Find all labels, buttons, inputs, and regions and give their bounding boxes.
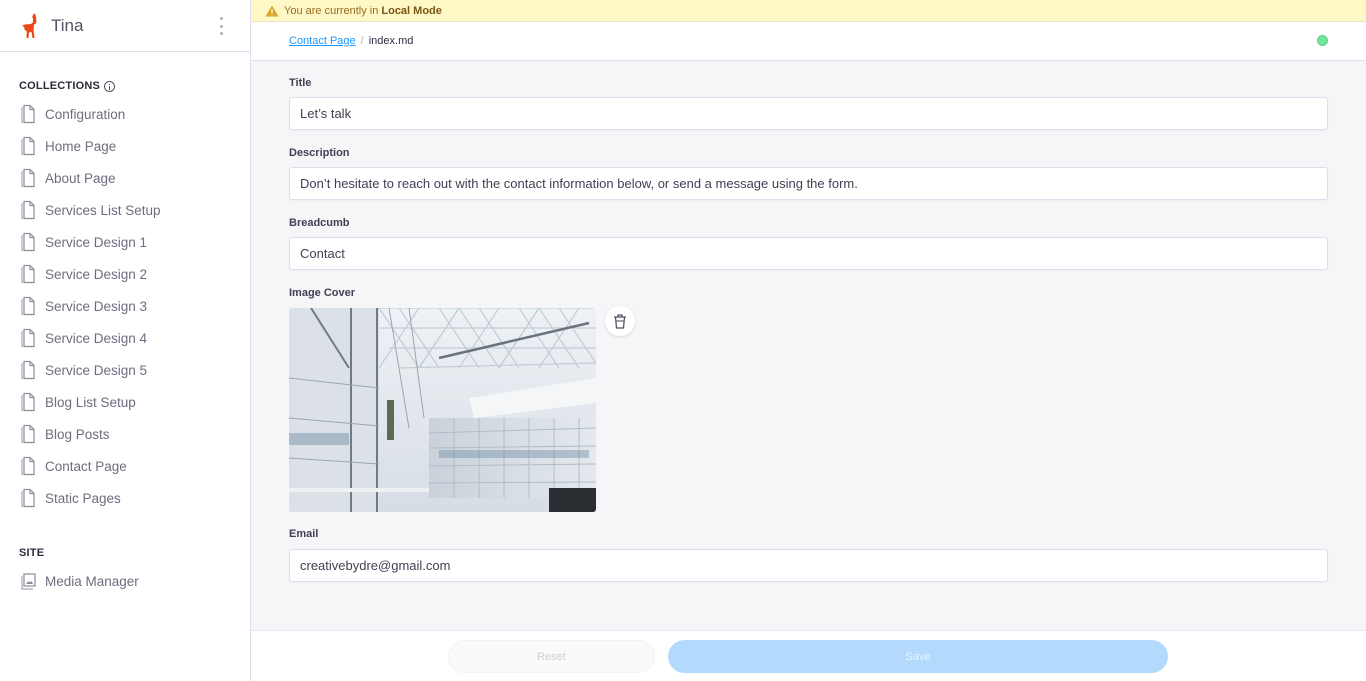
collections-label: COLLECTIONS [19,80,101,92]
sidebar-item-label: Configuration [45,106,126,122]
breadcrumb-current: index.md [368,35,414,47]
site-list: Media Manager [0,565,250,597]
document-icon [21,200,35,220]
media-icon [21,573,36,590]
document-icon [21,360,35,380]
sidebar: Tina COLLECTIONS Configuration Home Page… [0,0,251,681]
document-icon [21,264,35,284]
sidebar-item-label: Home Page [45,138,117,154]
banner-mode: Local Mode [381,4,442,17]
document-icon [21,392,35,412]
site-heading: SITE [0,547,250,559]
sidebar-item-label: Service Design 5 [45,362,148,378]
document-icon [21,456,35,476]
document-icon [21,136,35,156]
sidebar-item-contact-page[interactable]: Contact Page [0,450,250,482]
more-options-icon[interactable] [216,17,226,35]
breadcrumb-link-contact-page[interactable]: Contact Page [289,35,356,47]
sidebar-item-label: Services List Setup [45,202,161,218]
sidebar-item-label: Static Pages [45,490,121,506]
warning-icon [265,5,279,16]
sidebar-item-service-design-4[interactable]: Service Design 4 [0,322,250,354]
breadcrumb: Contact Page / index.md [251,22,1366,61]
trash-icon [614,313,626,329]
sidebar-item-label: Blog List Setup [45,394,136,410]
delete-image-button[interactable] [605,306,635,336]
save-button[interactable]: Save [668,640,1168,673]
description-label: Description [289,147,350,159]
email-input[interactable] [289,549,1328,582]
sidebar-item-service-design-2[interactable]: Service Design 2 [0,258,250,290]
banner-text: You are currently in [284,4,379,17]
description-input[interactable] [289,167,1328,200]
app-title: Tina [51,15,84,35]
breadcrumb-input[interactable] [289,237,1328,270]
local-mode-banner: You are currently in Local Mode [251,0,1366,22]
sidebar-item-label: Blog Posts [45,426,110,442]
status-indicator [1317,35,1328,46]
info-icon[interactable] [104,80,116,92]
site-label: SITE [19,547,45,559]
title-label: Title [289,77,312,89]
image-cover-label: Image Cover [289,287,356,299]
sidebar-item-service-design-5[interactable]: Service Design 5 [0,354,250,386]
breadcrumb-separator: / [360,35,364,47]
sidebar-item-blog-posts[interactable]: Blog Posts [0,418,250,450]
breadcrumb-field-label: Breadcumb [289,217,350,229]
form-footer: Reset Save [251,630,1366,681]
sidebar-item-home-page[interactable]: Home Page [0,130,250,162]
image-cover-preview[interactable] [289,308,596,512]
sidebar-item-media-manager[interactable]: Media Manager [0,565,250,597]
reset-button[interactable]: Reset [448,640,655,673]
sidebar-item-label: Service Design 3 [45,298,148,314]
document-icon [21,168,35,188]
sidebar-item-services-list-setup[interactable]: Services List Setup [0,194,250,226]
email-label: Email [289,528,319,540]
sidebar-item-about-page[interactable]: About Page [0,162,250,194]
sidebar-header: Tina [0,0,250,52]
sidebar-item-label: Service Design 2 [45,266,148,282]
tina-llama-logo-icon [22,13,37,38]
sidebar-item-label: Contact Page [45,458,127,474]
document-icon [21,488,35,508]
document-icon [21,424,35,444]
title-input[interactable] [289,97,1328,130]
sidebar-item-configuration[interactable]: Configuration [0,98,250,130]
sidebar-item-service-design-3[interactable]: Service Design 3 [0,290,250,322]
document-icon [21,328,35,348]
atrium-image [289,308,596,512]
sidebar-item-label: Service Design 1 [45,234,148,250]
sidebar-item-label: Media Manager [45,573,139,589]
sidebar-item-label: About Page [45,170,116,186]
document-icon [21,104,35,124]
collections-list: Configuration Home Page About Page Servi… [0,98,250,514]
document-icon [21,232,35,252]
collections-heading: COLLECTIONS [0,80,250,92]
document-icon [21,296,35,316]
sidebar-item-label: Service Design 4 [45,330,148,346]
sidebar-item-static-pages[interactable]: Static Pages [0,482,250,514]
sidebar-item-service-design-1[interactable]: Service Design 1 [0,226,250,258]
sidebar-item-blog-list-setup[interactable]: Blog List Setup [0,386,250,418]
